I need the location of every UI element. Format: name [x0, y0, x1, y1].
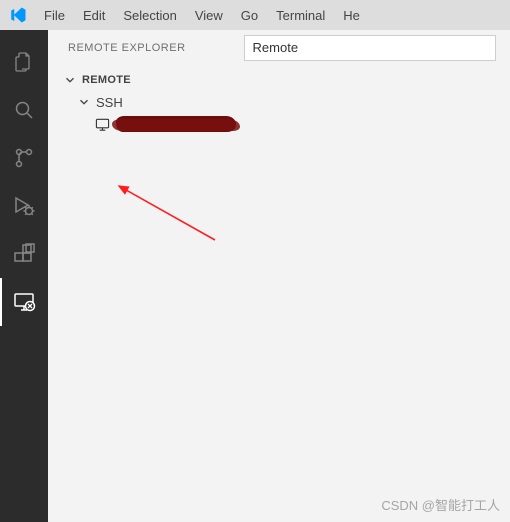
menu-edit[interactable]: Edit	[74, 0, 114, 30]
chevron-down-icon	[76, 94, 92, 110]
tree-section-label: REMOTE	[78, 74, 131, 86]
sidebar-title: REMOTE EXPLORER	[62, 42, 192, 54]
sidebar-header: REMOTE EXPLORER Remote	[48, 30, 510, 65]
remote-explorer-icon[interactable]	[0, 278, 48, 326]
remote-tree: REMOTE SSH	[48, 65, 510, 139]
run-debug-icon[interactable]	[0, 182, 48, 230]
remote-type-dropdown[interactable]: Remote	[244, 35, 496, 61]
tree-item-ssh[interactable]: SSH	[48, 91, 510, 113]
menu-terminal[interactable]: Terminal	[267, 0, 334, 30]
chevron-down-icon	[62, 72, 78, 88]
menu-view[interactable]: View	[186, 0, 232, 30]
sidebar: REMOTE EXPLORER Remote REMOTE SSH	[48, 30, 510, 522]
tree-item-ssh-label: SSH	[92, 95, 123, 110]
menu-go[interactable]: Go	[232, 0, 267, 30]
menu-file[interactable]: File	[35, 0, 74, 30]
menu-selection[interactable]: Selection	[114, 0, 185, 30]
menubar: File Edit Selection View Go Terminal He	[0, 0, 510, 30]
source-control-icon[interactable]	[0, 134, 48, 182]
tree-section-remote[interactable]: REMOTE	[48, 69, 510, 91]
extensions-icon[interactable]	[0, 230, 48, 278]
search-icon[interactable]	[0, 86, 48, 134]
explorer-icon[interactable]	[0, 38, 48, 86]
activitybar	[0, 30, 48, 522]
main-area: REMOTE EXPLORER Remote REMOTE SSH	[0, 30, 510, 522]
menu-help[interactable]: He	[334, 0, 369, 30]
tree-item-ssh-host[interactable]	[48, 113, 510, 135]
redacted-hostname	[116, 116, 236, 132]
watermark: CSDN @智能打工人	[381, 495, 500, 514]
dropdown-value: Remote	[253, 40, 299, 55]
monitor-icon	[94, 116, 110, 132]
vscode-logo-icon	[0, 6, 35, 24]
